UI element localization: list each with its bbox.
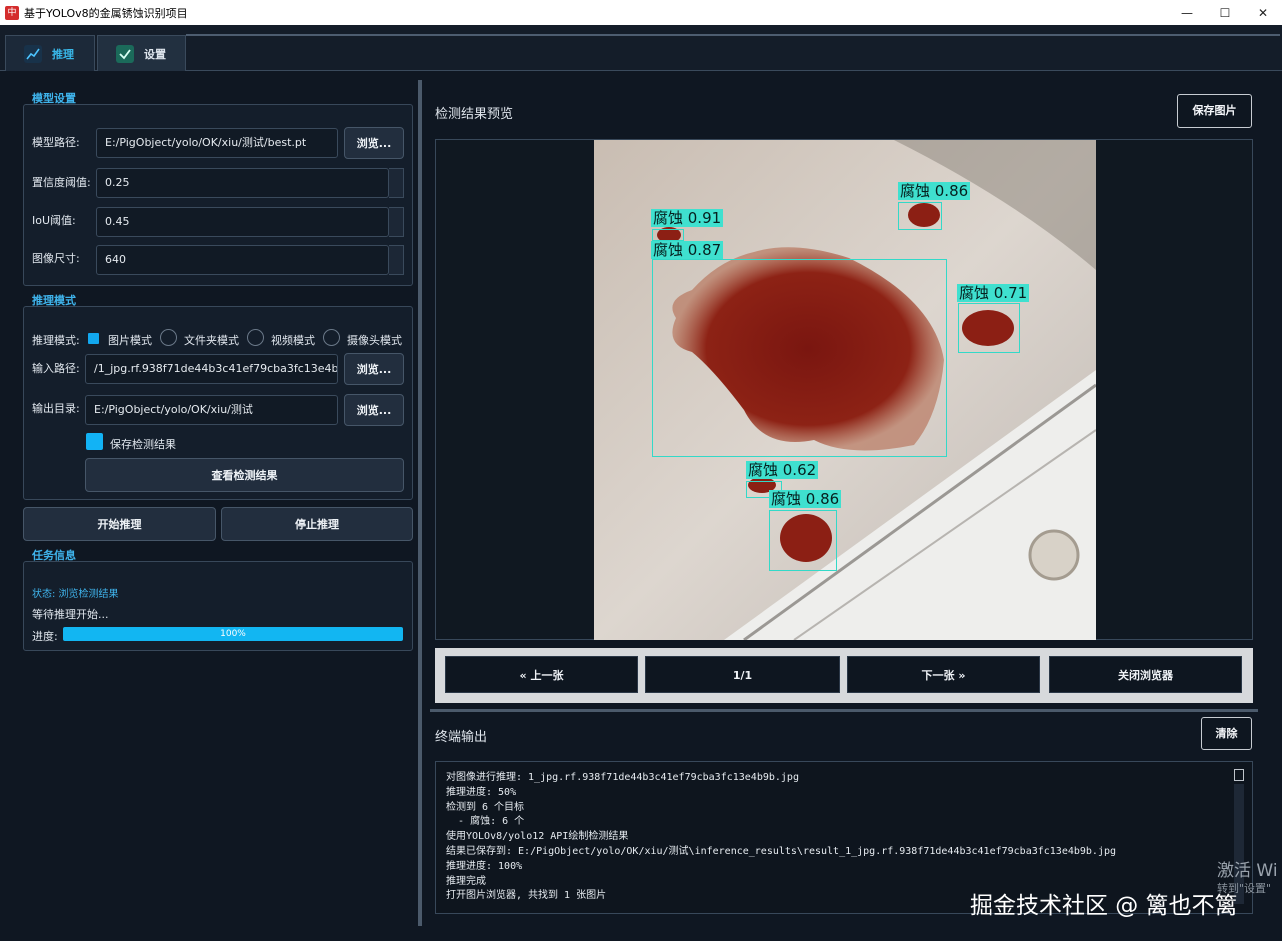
model-path-input[interactable]: E:/PigObject/yolo/OK/xiu/测试/best.pt <box>96 128 338 158</box>
title-bar: 中 基于YOLOv8的金属锈蚀识别项目 — ☐ ✕ <box>0 0 1282 25</box>
conf-threshold-label: 置信度阈值: <box>32 176 91 189</box>
terminal-title: 终端输出 <box>435 730 488 745</box>
image-size-spinbox[interactable]: 640 <box>96 245 389 275</box>
detection-label-1: 腐蚀 0.91 <box>651 209 724 227</box>
waiting-text: 等待推理开始... <box>32 608 109 621</box>
radio-video-mode-label: 视频模式 <box>271 334 315 347</box>
close-browser-button[interactable]: 关闭浏览器 <box>1049 656 1242 693</box>
model-path-label: 模型路径: <box>32 136 80 149</box>
imgsz-spin-buttons[interactable] <box>389 245 404 275</box>
iou-threshold-spinbox[interactable]: 0.45 <box>96 207 389 237</box>
tab-divider <box>186 34 1280 36</box>
checklist-icon <box>116 44 134 63</box>
preview-title: 检测结果预览 <box>435 107 514 122</box>
terminal-line: 检测到 6 个目标 <box>446 801 525 813</box>
progress-label: 进度: <box>32 630 58 643</box>
detection-box-2 <box>898 202 942 230</box>
conf-spin-buttons[interactable] <box>389 168 404 198</box>
image-navigator: « 上一张 1/1 下一张 » 关闭浏览器 <box>435 648 1253 703</box>
input-browse-button[interactable]: 浏览... <box>344 353 404 385</box>
panel-splitter[interactable] <box>418 80 422 926</box>
minimize-button[interactable]: — <box>1168 0 1206 25</box>
terminal-line: - 腐蚀: 6 个 <box>446 816 525 828</box>
stop-inference-button[interactable]: 停止推理 <box>221 507 413 541</box>
terminal-line: 使用YOLOv8/yolo12 API绘制检测结果 <box>446 831 629 843</box>
iou-threshold-label: IoU阈值: <box>32 214 76 227</box>
windows-activation-title: 激活 Wi <box>1217 861 1278 881</box>
start-inference-button[interactable]: 开始推理 <box>23 507 216 541</box>
detection-image: 腐蚀 0.91 腐蚀 0.86 腐蚀 0.87 腐蚀 0.71 腐蚀 0.62 … <box>594 140 1096 640</box>
status-text: 状态: 浏览检测结果 <box>32 589 119 600</box>
terminal-line: 结果已保存到: E:/PigObject/yolo/OK/xiu/测试\infe… <box>446 845 1117 857</box>
save-results-label: 保存检测结果 <box>110 438 176 451</box>
detection-label-2: 腐蚀 0.86 <box>898 182 971 200</box>
radio-video-mode[interactable] <box>247 329 264 346</box>
iou-spin-buttons[interactable] <box>389 207 404 237</box>
radio-folder-mode[interactable] <box>160 329 177 346</box>
progress-text: 100% <box>220 629 246 639</box>
tab-strip <box>0 25 1282 71</box>
detection-label-6: 腐蚀 0.86 <box>769 490 842 508</box>
tab-inference[interactable]: 推理 <box>5 35 95 71</box>
close-window-button[interactable]: ✕ <box>1244 0 1282 25</box>
output-dir-label: 输出目录: <box>32 402 80 415</box>
detection-box-6 <box>769 510 837 571</box>
clear-terminal-button[interactable]: 清除 <box>1201 717 1252 750</box>
save-image-button[interactable]: 保存图片 <box>1177 94 1252 128</box>
detection-label-3: 腐蚀 0.87 <box>651 241 724 259</box>
next-image-button[interactable]: 下一张 » <box>847 656 1040 693</box>
image-size-label: 图像尺寸: <box>32 252 80 265</box>
terminal-line: 推理进度: 50% <box>446 786 517 798</box>
progress-bar: 100% <box>63 627 403 641</box>
model-browse-button[interactable]: 浏览... <box>344 127 404 159</box>
site-watermark: 掘金技术社区 @ 篱也不篱 <box>970 893 1238 919</box>
save-results-checkbox[interactable] <box>86 433 103 450</box>
conf-threshold-spinbox[interactable]: 0.25 <box>96 168 389 198</box>
scroll-up-button[interactable] <box>1234 769 1244 781</box>
terminal-line: 推理进度: 100% <box>446 860 523 872</box>
tab-settings-label: 设置 <box>144 47 166 61</box>
chart-icon <box>24 44 42 63</box>
radio-camera-mode[interactable] <box>323 329 340 346</box>
radio-folder-mode-label: 文件夹模式 <box>184 334 239 347</box>
image-counter: 1/1 <box>645 656 840 693</box>
window-title: 基于YOLOv8的金属锈蚀识别项目 <box>24 6 188 20</box>
detection-label-5: 腐蚀 0.62 <box>746 461 819 479</box>
radio-camera-mode-label: 摄像头模式 <box>347 334 402 347</box>
maximize-button[interactable]: ☐ <box>1206 0 1244 25</box>
tab-settings[interactable]: 设置 <box>97 35 186 71</box>
panel-separator[interactable] <box>430 709 1258 712</box>
tab-inference-label: 推理 <box>52 47 74 61</box>
radio-image-mode[interactable] <box>88 333 99 344</box>
output-dir-field[interactable]: E:/PigObject/yolo/OK/xiu/测试 <box>85 395 338 425</box>
output-browse-button[interactable]: 浏览... <box>344 394 404 426</box>
detection-box-1 <box>652 229 684 241</box>
radio-image-mode-label: 图片模式 <box>108 334 152 347</box>
mode-label: 推理模式: <box>32 334 80 347</box>
input-path-label: 输入路径: <box>32 362 80 375</box>
view-results-button[interactable]: 查看检测结果 <box>85 458 404 492</box>
app-logo-icon: 中 <box>5 5 19 20</box>
input-path-field[interactable]: /1_jpg.rf.938f71de44b3c41ef79cba3fc13e4b… <box>85 354 338 384</box>
detection-box-3 <box>652 259 947 457</box>
preview-area: 腐蚀 0.91 腐蚀 0.86 腐蚀 0.87 腐蚀 0.71 腐蚀 0.62 … <box>435 139 1253 640</box>
detection-box-4 <box>958 303 1020 353</box>
detection-label-4: 腐蚀 0.71 <box>957 284 1030 302</box>
terminal-line: 对图像进行推理: 1_jpg.rf.938f71de44b3c41ef79cba… <box>446 772 799 783</box>
prev-image-button[interactable]: « 上一张 <box>445 656 638 693</box>
